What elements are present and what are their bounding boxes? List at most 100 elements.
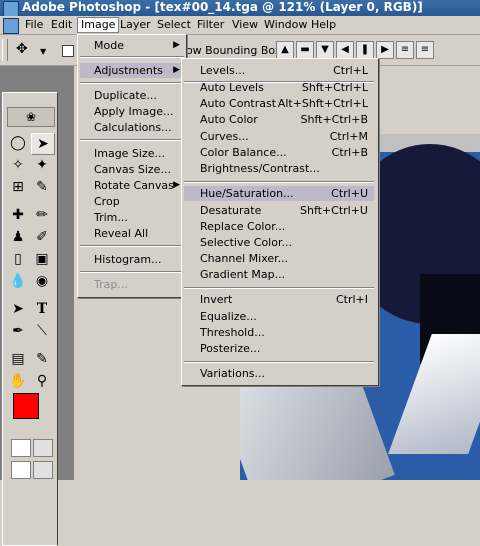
adj-auto-contrast-label: Auto Contrast [200, 97, 277, 110]
align-bottom-icon[interactable]: ▼ [316, 41, 334, 59]
move-tool-button[interactable]: ➤ [31, 133, 55, 155]
image-menu-canvas-size[interactable]: Canvas Size... [80, 162, 171, 177]
path-selection-tool-icon[interactable]: ➤ [7, 299, 29, 319]
align-hcenter-icon[interactable]: ❚ [356, 41, 374, 59]
adj-color-balance[interactable]: Color Balance... Ctrl+B [184, 145, 374, 160]
menu-image[interactable]: Image [77, 17, 120, 33]
window-title: Adobe Photoshop - [tex#00_14.tga @ 121% … [22, 0, 423, 14]
type-tool-icon[interactable]: T [31, 299, 53, 319]
move-tool-icon[interactable]: ✥ [16, 42, 28, 56]
magic-wand-tool-icon[interactable]: ✦ [31, 155, 53, 175]
align-right-icon[interactable]: ▶ [376, 41, 394, 59]
image-menu-crop[interactable]: Crop [80, 194, 120, 209]
adj-posterize-label: Posterize... [200, 342, 261, 355]
image-menu-rotate-canvas[interactable]: Rotate Canvas ▶ [80, 178, 184, 193]
image-menu-adjustments[interactable]: Adjustments ▶ [80, 63, 184, 78]
adj-curves[interactable]: Curves... Ctrl+M [184, 129, 374, 144]
adj-auto-color[interactable]: Auto Color Shft+Ctrl+B [184, 112, 374, 127]
options-bar-grip[interactable] [2, 39, 8, 61]
image-menu-trim[interactable]: Trim... [80, 210, 128, 225]
image-menu-reveal-all[interactable]: Reveal All [80, 226, 148, 241]
adj-auto-levels-shortcut: Shft+Ctrl+L [301, 81, 368, 94]
adj-desaturate-label: Desaturate [200, 204, 262, 217]
dodge-tool-icon[interactable]: ◉ [31, 271, 53, 291]
tool-preset-dropdown-icon[interactable]: ▼ [40, 47, 46, 56]
align-vcenter-icon[interactable]: ▬ [296, 41, 314, 59]
screen-mode-standard-button[interactable] [11, 461, 31, 479]
foreground-color-swatch[interactable] [13, 393, 39, 419]
clone-stamp-tool-icon[interactable]: ♟ [7, 227, 29, 247]
adj-hue-saturation[interactable]: Hue/Saturation... Ctrl+U [184, 186, 374, 201]
menu-separator [184, 181, 374, 183]
menu-window[interactable]: Window [261, 18, 310, 32]
menu-bar: File Edit Image Layer Select Filter View… [0, 16, 480, 35]
image-menu-mode-label: Mode [94, 39, 124, 52]
menu-separator [80, 271, 184, 273]
brush-tool-icon[interactable]: ✏ [31, 205, 53, 225]
menu-help[interactable]: Help [308, 18, 339, 32]
line-tool-icon[interactable]: ⟍ [31, 321, 53, 341]
adj-auto-levels[interactable]: Auto Levels Shft+Ctrl+L [184, 80, 374, 95]
menu-edit[interactable]: Edit [48, 18, 75, 32]
menu-file[interactable]: File [22, 18, 46, 32]
adj-equalize[interactable]: Equalize... [184, 309, 374, 324]
adj-color-balance-shortcut: Ctrl+B [331, 146, 368, 159]
menu-select[interactable]: Select [154, 18, 194, 32]
distribute-h-icon[interactable]: ≡ [416, 41, 434, 59]
blur-tool-icon[interactable]: 💧 [7, 271, 29, 291]
adj-color-balance-label: Color Balance... [200, 146, 287, 159]
zoom-tool-icon[interactable]: ⚲ [31, 371, 53, 391]
eyedropper-tool-icon[interactable]: ✎ [31, 349, 53, 369]
adj-levels[interactable]: Levels... Ctrl+L [184, 63, 374, 78]
submenu-arrow-icon: ▶ [173, 65, 180, 75]
crop-tool-icon[interactable]: ⊞ [7, 177, 29, 197]
adj-selective-color[interactable]: Selective Color... [184, 235, 374, 250]
align-left-icon[interactable]: ◀ [336, 41, 354, 59]
history-brush-tool-icon[interactable]: ✐ [31, 227, 53, 247]
distribute-icon[interactable]: ≡ [396, 41, 414, 59]
hand-tool-icon[interactable]: ✋ [7, 371, 29, 391]
show-bounding-box-label: Show Bounding Box [172, 44, 282, 57]
healing-brush-tool-icon[interactable]: ✚ [7, 205, 29, 225]
adj-levels-shortcut: Ctrl+L [333, 64, 368, 77]
auto-select-checkbox[interactable] [62, 45, 74, 57]
marquee-tool-icon[interactable]: ◯ [7, 133, 29, 153]
slice-tool-icon[interactable]: ✎ [31, 177, 53, 197]
adj-gradient-map[interactable]: Gradient Map... [184, 267, 374, 282]
adj-gradient-map-label: Gradient Map... [200, 268, 286, 281]
adj-replace-color[interactable]: Replace Color... [184, 219, 374, 234]
adj-auto-contrast-shortcut: Alt+Shft+Ctrl+L [277, 97, 368, 110]
image-menu-calculations[interactable]: Calculations... [80, 120, 172, 135]
adj-variations-label: Variations... [200, 367, 266, 380]
adj-threshold[interactable]: Threshold... [184, 325, 374, 340]
image-menu-apply-image[interactable]: Apply Image... [80, 104, 174, 119]
pen-tool-icon[interactable]: ✒ [7, 321, 29, 341]
adj-desaturate[interactable]: Desaturate Shft+Ctrl+U [184, 203, 374, 218]
adj-invert[interactable]: Invert Ctrl+I [184, 292, 374, 307]
image-menu-duplicate[interactable]: Duplicate... [80, 88, 157, 103]
adj-brightness-contrast[interactable]: Brightness/Contrast... [184, 161, 374, 176]
adobe-feather-icon[interactable]: ❀ [7, 107, 55, 127]
image-menu-histogram[interactable]: Histogram... [80, 252, 162, 267]
menu-layer[interactable]: Layer [117, 18, 154, 32]
image-menu-mode[interactable]: Mode ▶ [80, 38, 184, 53]
standard-mode-button[interactable] [11, 439, 31, 457]
adj-variations[interactable]: Variations... [184, 366, 374, 381]
menu-view[interactable]: View [229, 18, 261, 32]
notes-tool-icon[interactable]: ▤ [7, 349, 29, 369]
image-menu-image-size[interactable]: Image Size... [80, 146, 165, 161]
screen-mode-full-button[interactable] [33, 461, 53, 479]
quick-mask-mode-button[interactable] [33, 439, 53, 457]
menu-separator [80, 82, 184, 84]
eraser-tool-icon[interactable]: ▯ [7, 249, 29, 269]
adj-auto-contrast[interactable]: Auto Contrast Alt+Shft+Ctrl+L [184, 96, 374, 111]
adj-posterize[interactable]: Posterize... [184, 341, 374, 356]
adj-channel-mixer-label: Channel Mixer... [200, 252, 289, 265]
menu-filter[interactable]: Filter [194, 18, 227, 32]
align-top-icon[interactable]: ▲ [276, 41, 294, 59]
document-icon[interactable] [3, 18, 19, 34]
gradient-tool-icon[interactable]: ▣ [31, 249, 53, 269]
lasso-tool-icon[interactable]: ✧ [7, 155, 29, 175]
adj-brightness-contrast-label: Brightness/Contrast... [200, 162, 320, 175]
adj-channel-mixer[interactable]: Channel Mixer... [184, 251, 374, 266]
